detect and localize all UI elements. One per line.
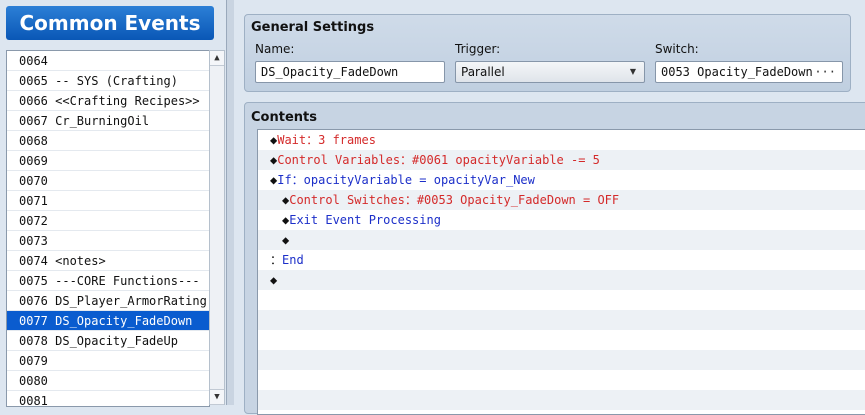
command-row[interactable]: ◆Control Variables：#0061 opacityVariable…	[258, 150, 865, 170]
switch-field[interactable]: 0053 Opacity_FadeDown ···	[655, 61, 843, 83]
empty-row[interactable]	[258, 390, 865, 410]
contents-group: Contents ◆Wait：3 frames ◆Control Variable…	[244, 102, 865, 415]
switch-value: 0053 Opacity_FadeDown	[661, 65, 813, 79]
empty-row[interactable]	[258, 310, 865, 330]
list-item[interactable]: 0064	[7, 51, 209, 71]
scroll-down-icon[interactable]: ▼	[210, 389, 224, 405]
list-item[interactable]: 0066 <<Crafting Recipes>>	[7, 91, 209, 111]
empty-row[interactable]	[258, 290, 865, 310]
event-command-list[interactable]: ◆Wait：3 frames ◆Control Variables：#0061 o…	[257, 129, 865, 415]
panel-splitter[interactable]	[226, 0, 234, 405]
diamond-icon: ◆	[282, 233, 290, 247]
switch-label: Switch:	[655, 42, 699, 56]
common-events-panel: Common Events 0064 0065 -- SYS (Crafting)…	[0, 0, 226, 407]
list-item[interactable]: 0078 DS_Opacity_FadeUp	[7, 331, 209, 351]
list-item[interactable]: 0079	[7, 351, 209, 371]
list-item[interactable]: 0073	[7, 231, 209, 251]
command-text: Exit Event Processing	[289, 213, 441, 227]
scroll-up-icon[interactable]: ▲	[210, 51, 224, 66]
empty-row[interactable]	[258, 330, 865, 350]
list-item-selected[interactable]: 0077 DS_Opacity_FadeDown	[7, 311, 209, 331]
common-events-list[interactable]: 0064 0065 -- SYS (Crafting) 0066 <<Craftin…	[6, 50, 210, 407]
diamond-icon: ◆	[270, 273, 278, 287]
list-item[interactable]: 0071	[7, 191, 209, 211]
command-text: If：opacityVariable = opacityVar_New	[277, 173, 535, 187]
list-item[interactable]: 0075 ---CORE Functions---	[7, 271, 209, 291]
list-scrollbar[interactable]: ▲ ▼	[209, 50, 225, 405]
command-text: Control Switches：#0053 Opacity_FadeDown …	[289, 193, 620, 207]
command-row[interactable]: ◆Exit Event Processing	[258, 210, 865, 230]
empty-row[interactable]	[258, 370, 865, 390]
command-row[interactable]: ◆If：opacityVariable = opacityVar_New	[258, 170, 865, 190]
command-row[interactable]: ◆Wait：3 frames	[258, 130, 865, 150]
command-text: Wait：3 frames	[277, 133, 376, 147]
command-row[interactable]: ：End	[258, 250, 865, 270]
general-settings-title: General Settings	[251, 20, 375, 35]
command-text: Control Variables：#0061 opacityVariable …	[277, 153, 600, 167]
ellipsis-button[interactable]: ···	[814, 62, 836, 82]
list-item[interactable]: 0070	[7, 171, 209, 191]
list-item[interactable]: 0069	[7, 151, 209, 171]
trigger-select[interactable]: Parallel ▼	[455, 61, 645, 83]
command-row[interactable]: ◆	[258, 270, 865, 290]
general-settings-group: General Settings Name: DS_Opacity_FadeDo…	[244, 14, 851, 92]
list-item[interactable]: 0076 DS_Player_ArmorRating	[7, 291, 209, 311]
list-item[interactable]: 0067 Cr_BurningOil	[7, 111, 209, 131]
command-text: End	[282, 253, 304, 267]
list-item[interactable]: 0068	[7, 131, 209, 151]
empty-row[interactable]	[258, 350, 865, 370]
command-row[interactable]: ◆Control Switches：#0053 Opacity_FadeDown…	[258, 190, 865, 210]
name-label: Name:	[255, 42, 295, 56]
contents-title: Contents	[251, 110, 317, 125]
command-row[interactable]: ◆	[258, 230, 865, 250]
trigger-value: Parallel	[461, 65, 505, 79]
colon-marker: ：	[270, 253, 283, 267]
chevron-down-icon: ▼	[629, 67, 636, 76]
list-item[interactable]: 0074 <notes>	[7, 251, 209, 271]
list-item[interactable]: 0080	[7, 371, 209, 391]
list-item[interactable]: 0072	[7, 211, 209, 231]
list-item[interactable]: 0065 -- SYS (Crafting)	[7, 71, 209, 91]
trigger-label: Trigger:	[455, 42, 501, 56]
name-input[interactable]: DS_Opacity_FadeDown	[255, 61, 445, 83]
common-events-title: Common Events	[6, 6, 214, 40]
